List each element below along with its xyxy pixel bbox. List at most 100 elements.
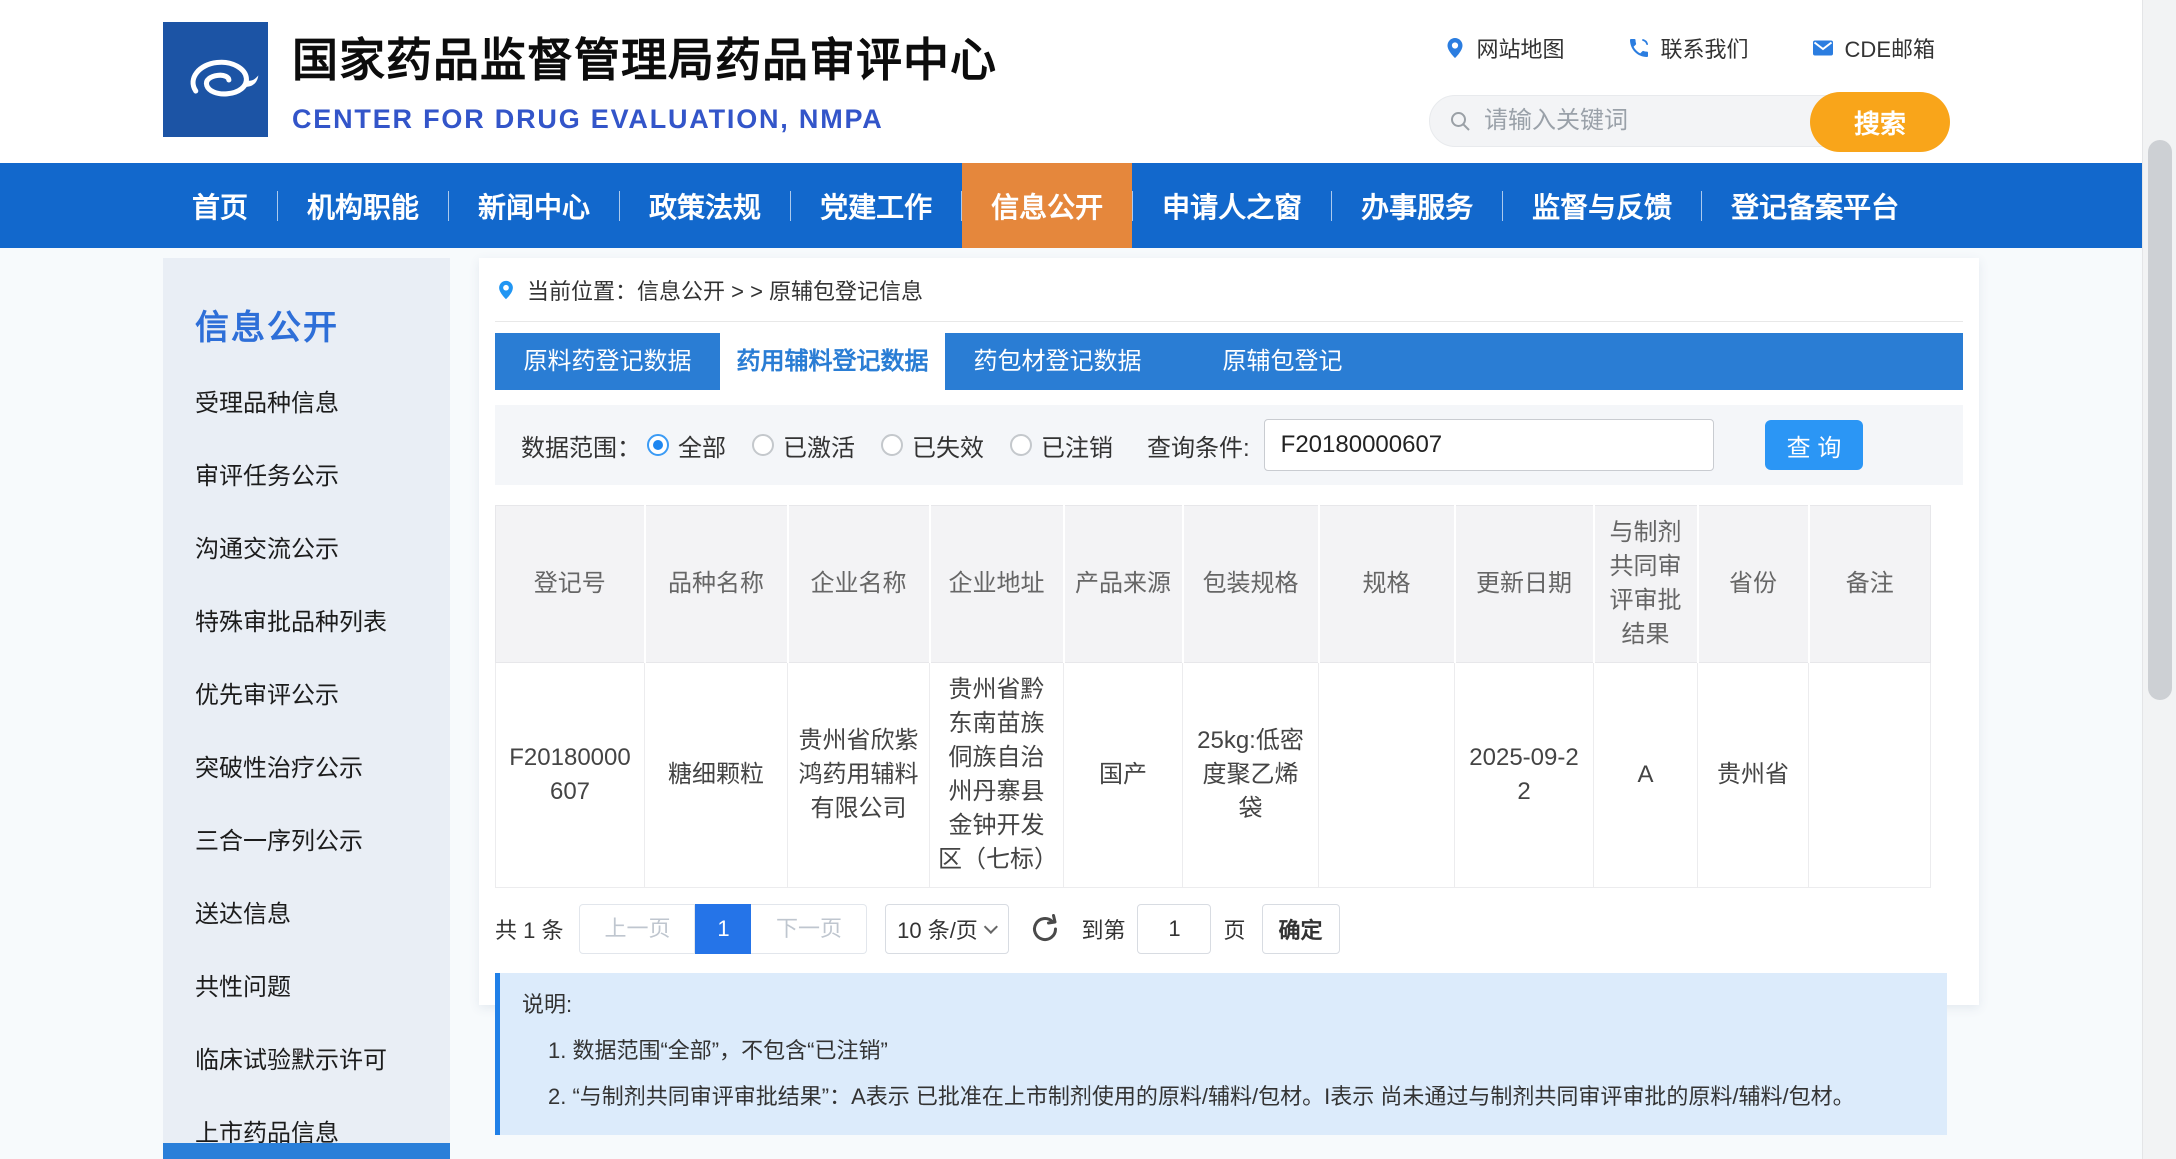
- mailbox-label: CDE邮箱: [1845, 32, 1935, 64]
- note-box: 说明: 1. 数据范围“全部”，不包含“已注销” 2. “与制剂共同审评审批结果…: [495, 973, 1947, 1135]
- sidebar-item-breakthrough-therapy[interactable]: 突破性治疗公示: [163, 732, 450, 805]
- radio-cancelled-label: 已注销: [1041, 428, 1113, 463]
- chevron-down-icon: [984, 920, 998, 934]
- confirm-button[interactable]: 确定: [1262, 904, 1340, 954]
- cell-company-name: 贵州省欣紫鸿药用辅料有限公司: [788, 663, 930, 888]
- page-1-button[interactable]: 1: [695, 904, 751, 954]
- mail-icon: [1811, 36, 1835, 60]
- contact-link[interactable]: 联系我们: [1627, 32, 1749, 64]
- nav-item-party[interactable]: 党建工作: [791, 163, 961, 248]
- cell-company-address: 贵州省黔东南苗族侗族自治州丹寨县金钟开发区（七标）: [930, 663, 1064, 888]
- radio-dot-icon: [881, 434, 903, 456]
- page-size-select[interactable]: 10 条/页: [885, 904, 1009, 954]
- query-input[interactable]: [1264, 419, 1714, 471]
- prev-page-button[interactable]: 上一页: [579, 904, 695, 954]
- nav-item-news[interactable]: 新闻中心: [449, 163, 619, 248]
- browser-viewport: 国家药品监督管理局药品审评中心 CENTER FOR DRUG EVALUATI…: [0, 0, 2142, 1159]
- search-icon: [1448, 109, 1472, 133]
- nav-item-services[interactable]: 办事服务: [1332, 163, 1502, 248]
- note-line-2: 2. “与制剂共同审评审批结果”：A表示 已批准在上市制剂使用的原料/辅料/包材…: [522, 1079, 1927, 1115]
- radio-cancelled[interactable]: 已注销: [1010, 428, 1113, 463]
- page-unit-label: 页: [1223, 913, 1245, 945]
- col-company-name: 企业名称: [788, 506, 930, 663]
- col-packaging-spec: 包装规格: [1183, 506, 1319, 663]
- page-size-value: 10 条/页: [897, 913, 978, 945]
- sidebar-item-review-tasks[interactable]: 审评任务公示: [163, 440, 450, 513]
- col-registration-no: 登记号: [496, 506, 645, 663]
- note-title: 说明:: [522, 987, 1927, 1023]
- sidebar: 信息公开 受理品种信息 审评任务公示 沟通交流公示 特殊审批品种列表 优先审评公…: [163, 258, 450, 1159]
- sidebar-item-accepted-varieties[interactable]: 受理品种信息: [163, 367, 450, 440]
- radio-activated-label: 已激活: [783, 428, 855, 463]
- nav-item-functions[interactable]: 机构职能: [278, 163, 448, 248]
- tab-packaging-data[interactable]: 药包材登记数据: [945, 333, 1170, 390]
- nav-item-applicant[interactable]: 申请人之窗: [1133, 163, 1331, 248]
- sidebar-item-three-in-one[interactable]: 三合一序列公示: [163, 805, 450, 878]
- radio-expired[interactable]: 已失效: [881, 428, 984, 463]
- total-count: 共 1 条: [495, 913, 563, 945]
- radio-expired-label: 已失效: [912, 428, 984, 463]
- sidebar-item-special-approval[interactable]: 特殊审批品种列表: [163, 586, 450, 659]
- radio-dot-icon: [647, 434, 669, 456]
- radio-all-label: 全部: [678, 428, 726, 463]
- next-page-button[interactable]: 下一页: [751, 904, 867, 954]
- sidebar-item-communication[interactable]: 沟通交流公示: [163, 513, 450, 586]
- col-company-address: 企业地址: [930, 506, 1064, 663]
- sidebar-item-delivery-info[interactable]: 送达信息: [163, 878, 450, 951]
- tab-api-data[interactable]: 原料药登记数据: [495, 333, 720, 390]
- scrollbar-thumb[interactable]: [2148, 140, 2172, 700]
- table-row: F20180000607 糖细颗粒 贵州省欣紫鸿药用辅料有限公司 贵州省黔东南苗…: [496, 663, 1931, 888]
- main-panel: 当前位置：信息公开 > > 原辅包登记信息 原料药登记数据 药用辅料登记数据 药…: [479, 258, 1979, 1005]
- nav-item-info-disclosure[interactable]: 信息公开: [962, 163, 1132, 248]
- radio-dot-icon: [752, 434, 774, 456]
- sitemap-link[interactable]: 网站地图: [1443, 32, 1565, 64]
- col-spec: 规格: [1319, 506, 1455, 663]
- location-pin-icon: [495, 279, 517, 301]
- query-button[interactable]: 查 询: [1765, 420, 1863, 470]
- tab-registration[interactable]: 原辅包登记: [1170, 333, 1395, 390]
- goto-label: 到第: [1081, 913, 1125, 945]
- cell-packaging-spec: 25kg:低密度聚乙烯袋: [1183, 663, 1319, 888]
- sidebar-item-common-issues[interactable]: 共性问题: [163, 951, 450, 1024]
- cell-province: 贵州省: [1698, 663, 1809, 888]
- site-search-bar: 搜索: [1429, 95, 1949, 147]
- sidebar-item-priority-review[interactable]: 优先审评公示: [163, 659, 450, 732]
- nav-item-policies[interactable]: 政策法规: [620, 163, 790, 248]
- note-line-1: 1. 数据范围“全部”，不包含“已注销”: [522, 1033, 1927, 1069]
- breadcrumb-text: 当前位置：信息公开 > > 原辅包登记信息: [527, 274, 923, 306]
- phone-icon: [1627, 36, 1651, 60]
- site-search-button[interactable]: 搜索: [1810, 92, 1950, 152]
- scope-radio-group: 全部 已激活 已失效 已注销: [647, 428, 1113, 463]
- main-nav: 首页 机构职能 新闻中心 政策法规 党建工作 信息公开 申请人之窗 办事服务 监…: [0, 163, 2142, 248]
- quick-links: 网站地图 联系我们 CDE邮箱: [1443, 32, 1935, 64]
- cell-product-source: 国产: [1064, 663, 1183, 888]
- radio-all[interactable]: 全部: [647, 428, 726, 463]
- nav-item-supervision[interactable]: 监督与反馈: [1503, 163, 1701, 248]
- col-variety-name: 品种名称: [645, 506, 788, 663]
- mailbox-link[interactable]: CDE邮箱: [1811, 32, 1935, 64]
- contact-label: 联系我们: [1661, 32, 1749, 64]
- cell-remarks: [1809, 663, 1931, 888]
- site-title-cn: 国家药品监督管理局药品审评中心: [292, 24, 997, 90]
- goto-page-input[interactable]: [1137, 904, 1211, 954]
- table-header-row: 登记号 品种名称 企业名称 企业地址 产品来源 包装规格 规格 更新日期 与制剂…: [496, 506, 1931, 663]
- cell-spec: [1319, 663, 1455, 888]
- col-update-date: 更新日期: [1455, 506, 1594, 663]
- nav-item-registration-platform[interactable]: 登记备案平台: [1702, 163, 1928, 248]
- cell-update-date: 2025-09-22: [1455, 663, 1594, 888]
- content-area: 信息公开 受理品种信息 审评任务公示 沟通交流公示 特殊审批品种列表 优先审评公…: [0, 248, 2142, 1159]
- location-pin-icon: [1443, 36, 1467, 60]
- pagination: 共 1 条 上一页 1 下一页 10 条/页 到第 页 确定: [495, 904, 1963, 954]
- cde-logo: [163, 22, 268, 137]
- scope-label: 数据范围：: [521, 428, 641, 463]
- tab-excipient-data[interactable]: 药用辅料登记数据: [720, 333, 945, 390]
- radio-activated[interactable]: 已激活: [752, 428, 855, 463]
- filter-bar: 数据范围： 全部 已激活 已失效: [495, 405, 1963, 485]
- vertical-scrollbar: [2142, 0, 2176, 1159]
- site-title-block: 国家药品监督管理局药品审评中心 CENTER FOR DRUG EVALUATI…: [292, 24, 997, 135]
- sidebar-item-clinical-trial-license[interactable]: 临床试验默示许可: [163, 1024, 450, 1097]
- refresh-icon[interactable]: [1029, 913, 1061, 945]
- col-product-source: 产品来源: [1064, 506, 1183, 663]
- nav-item-home[interactable]: 首页: [163, 163, 277, 248]
- sidebar-item-active-partial[interactable]: [163, 1143, 450, 1159]
